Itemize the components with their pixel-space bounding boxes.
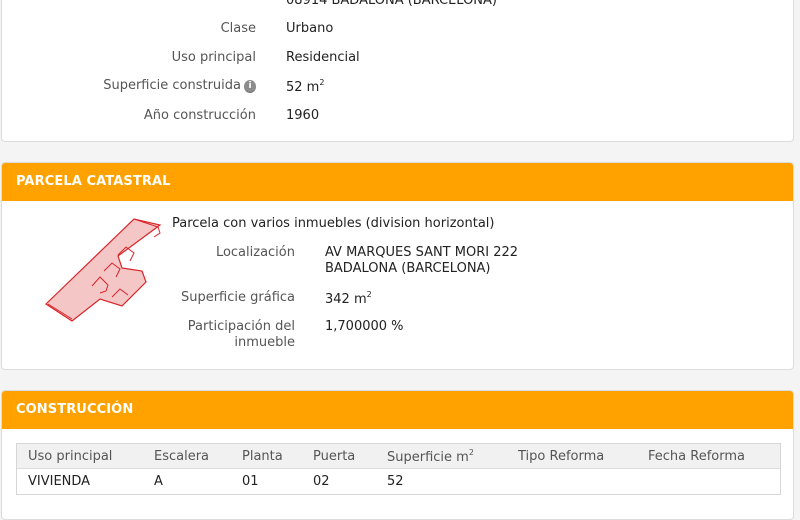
cell-escalera: A — [154, 474, 163, 489]
address-partial: 08914 BADALONA (BARCELONA) — [286, 0, 497, 8]
col-escalera: Escalera — [143, 444, 231, 469]
superficie-grafica-number: 342 m — [325, 292, 367, 307]
superficie-grafica-label: Superficie gráfica — [180, 290, 295, 305]
participacion-label-line1: Participación del — [187, 319, 295, 334]
cell-planta: 01 — [242, 474, 259, 489]
col-fecha-reforma: Fecha Reforma — [637, 444, 780, 469]
col-superficie: Superficie m2 — [376, 444, 507, 469]
ano-construccion-label: Año construcción — [143, 108, 256, 123]
participacion-value: 1,700000 % — [325, 319, 404, 334]
construccion-table: Uso principal Escalera Planta Puerta Sup… — [16, 443, 781, 495]
localizacion-value: AV MARQUES SANT MORI 222 BADALONA (BARCE… — [325, 245, 518, 276]
uso-principal-label: Uso principal — [171, 50, 256, 65]
info-icon[interactable]: i — [244, 80, 256, 93]
superficie-construida-text: Superficie construida — [103, 78, 241, 93]
superficie-unit-sup: 2 — [319, 78, 325, 87]
cell-tipo-reforma — [507, 469, 637, 495]
participacion-label: Participación del inmueble — [188, 319, 295, 351]
inmueble-panel: 08914 BADALONA (BARCELONA) Clase Urbano … — [1, 0, 794, 142]
ano-construccion-value: 1960 — [286, 108, 320, 123]
cell-puerta: 02 — [313, 474, 330, 489]
superficie-construida-value: 52 m2 — [286, 78, 324, 95]
localizacion-label: Localización — [215, 245, 295, 260]
parcel-shape — [45, 218, 162, 322]
parcela-header: PARCELA CATASTRAL — [2, 163, 793, 201]
localizacion-line1: AV MARQUES SANT MORI 222 — [325, 245, 519, 260]
col-superficie-sup: 2 — [468, 447, 474, 457]
col-planta: Planta — [231, 444, 302, 469]
superficie-construida-label: Superficie construida i — [103, 78, 256, 93]
participacion-label-line2: inmueble — [234, 335, 295, 350]
superficie-grafica-sup: 2 — [366, 290, 372, 299]
col-uso-principal: Uso principal — [17, 444, 143, 469]
cell-fecha-reforma — [637, 469, 780, 495]
cell-uso: VIVIENDA — [28, 474, 91, 489]
cell-superficie: 52 — [387, 474, 404, 489]
col-tipo-reforma: Tipo Reforma — [507, 444, 637, 469]
clase-value: Urbano — [286, 21, 334, 36]
table-header-row: Uso principal Escalera Planta Puerta Sup… — [17, 444, 780, 469]
localizacion-line2: BADALONA (BARCELONA) — [325, 261, 491, 276]
superficie-construida-number: 52 m — [286, 80, 320, 95]
parcela-panel: PARCELA CATASTRAL Parcela con varios inm… — [1, 162, 794, 370]
construccion-panel: CONSTRUCCIÓN Uso principal Escalera Plan… — [1, 390, 794, 520]
table-row: VIVIENDA A 01 02 52 — [17, 469, 780, 495]
parcela-description: Parcela con varios inmuebles (division h… — [172, 216, 495, 231]
col-superficie-text: Superficie m — [387, 449, 469, 465]
construccion-header: CONSTRUCCIÓN — [2, 391, 793, 429]
parcel-map-thumbnail[interactable] — [42, 211, 166, 323]
superficie-grafica-value: 342 m2 — [325, 290, 372, 307]
clase-label: Clase — [220, 21, 256, 36]
uso-principal-value: Residencial — [286, 50, 360, 65]
col-puerta: Puerta — [302, 444, 376, 469]
